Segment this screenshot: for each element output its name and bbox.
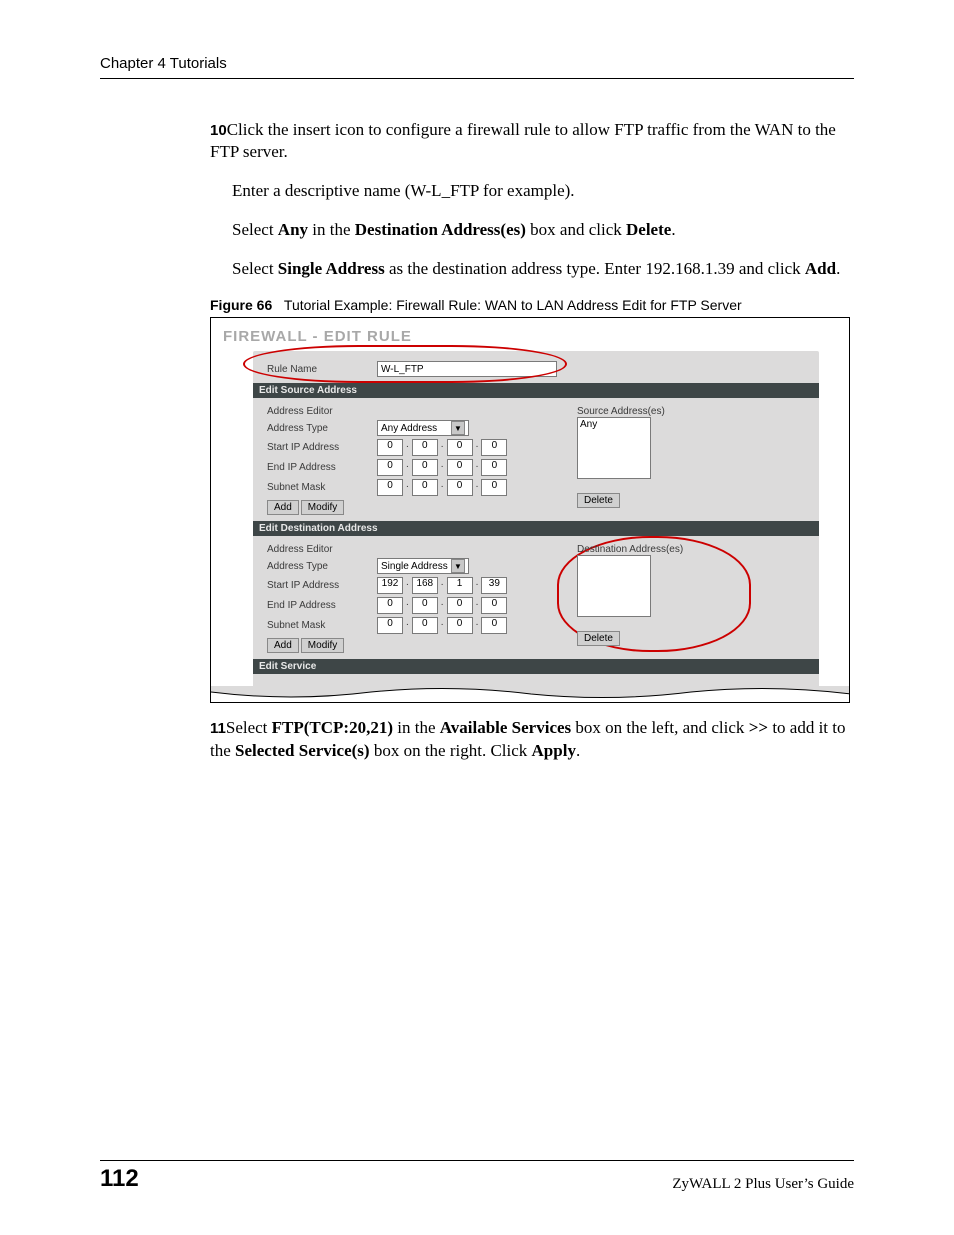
screenshot-title: FIREWALL - EDIT RULE: [211, 318, 849, 351]
rule-name-label: Rule Name: [267, 364, 377, 375]
step-number: 11: [210, 720, 226, 737]
src-addr-type-select[interactable]: Any Address ▼: [377, 420, 469, 436]
section-source: Edit Source Address: [253, 383, 819, 398]
label-start-ip-dst: Start IP Address: [267, 580, 377, 591]
src-add-button[interactable]: Add: [267, 500, 299, 515]
page-number: 112: [100, 1165, 139, 1193]
dst-subnet[interactable]: 0. 0. 0. 0: [377, 617, 507, 634]
guide-title: ZyWALL 2 Plus User’s Guide: [672, 1176, 854, 1193]
src-delete-button[interactable]: Delete: [577, 493, 620, 508]
src-subnet[interactable]: 0. 0. 0. 0: [377, 479, 507, 496]
label-end-ip-src: End IP Address: [267, 462, 377, 473]
dst-addr-type-select[interactable]: Single Address ▼: [377, 558, 469, 574]
dst-delete-button[interactable]: Delete: [577, 631, 620, 646]
step-number: 10: [210, 122, 227, 139]
step-10-sub-c: Select Single Address as the destination…: [232, 258, 854, 280]
src-modify-button[interactable]: Modify: [301, 500, 344, 515]
label-subnet-dst: Subnet Mask: [267, 620, 377, 631]
dst-add-button[interactable]: Add: [267, 638, 299, 653]
running-head: Chapter 4 Tutorials: [100, 55, 854, 72]
dst-modify-button[interactable]: Modify: [301, 638, 344, 653]
label-subnet-src: Subnet Mask: [267, 482, 377, 493]
dst-list-label: Destination Address(es): [577, 544, 683, 555]
figure-caption: Figure 66 Tutorial Example: Firewall Rul…: [210, 297, 854, 313]
src-address-list[interactable]: Any: [577, 417, 651, 479]
section-service: Edit Service: [253, 659, 819, 674]
step-10: 10Click the insert icon to configure a f…: [210, 119, 854, 163]
torn-edge: [211, 686, 849, 702]
step-10-sub-b: Select Any in the Destination Address(es…: [232, 219, 854, 241]
label-end-ip-dst: End IP Address: [267, 600, 377, 611]
label-addr-type-dst: Address Type: [267, 561, 377, 572]
label-addr-editor-dst: Address Editor: [267, 544, 377, 555]
src-list-label: Source Address(es): [577, 406, 665, 417]
step-10-sub-a: Enter a descriptive name (W-L_FTP for ex…: [232, 180, 854, 202]
label-addr-type-src: Address Type: [267, 423, 377, 434]
rule-name-input[interactable]: W-L_FTP: [377, 361, 557, 377]
chevron-down-icon: ▼: [451, 421, 465, 435]
screenshot-panel: FIREWALL - EDIT RULE Rule Name W-L_FTP E…: [210, 317, 850, 703]
step-11: 11Select FTP(TCP:20,21) in the Available…: [210, 717, 854, 761]
src-start-ip[interactable]: 0. 0. 0. 0: [377, 439, 507, 456]
label-start-ip-src: Start IP Address: [267, 442, 377, 453]
src-end-ip[interactable]: 0. 0. 0. 0: [377, 459, 507, 476]
chevron-down-icon: ▼: [451, 559, 465, 573]
header-rule: [100, 78, 854, 79]
dst-address-list[interactable]: [577, 555, 651, 617]
dst-start-ip[interactable]: 192. 168. 1. 39: [377, 577, 507, 594]
label-addr-editor: Address Editor: [267, 406, 377, 417]
page-footer: 112 ZyWALL 2 Plus User’s Guide: [100, 1160, 854, 1193]
section-destination: Edit Destination Address: [253, 521, 819, 536]
dst-end-ip[interactable]: 0. 0. 0. 0: [377, 597, 507, 614]
